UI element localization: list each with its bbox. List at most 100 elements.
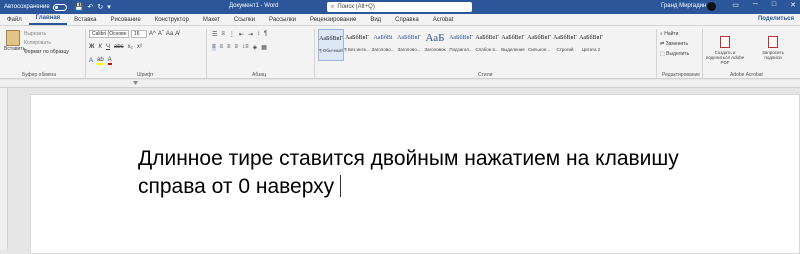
select-button[interactable]: ⬚ Выделить	[660, 51, 689, 57]
avatar[interactable]	[707, 2, 716, 11]
minimize-icon[interactable]: ─	[753, 1, 758, 9]
style-item[interactable]: АаБбВвГ Подзагол...	[448, 29, 474, 61]
font-color-icon[interactable]: A	[107, 57, 112, 65]
editing-group-label: Редактирование	[662, 72, 701, 78]
tab-0[interactable]: Файл	[0, 17, 29, 25]
borders-icon[interactable]: ▦	[261, 44, 267, 51]
customize-qat-icon[interactable]: ▾	[107, 3, 111, 11]
sort-icon[interactable]: ↕	[257, 31, 260, 38]
font-controls: Calibri (Основн 16 A^ Aˇ Aa A̸	[89, 30, 179, 38]
vertical-ruler[interactable]	[0, 88, 8, 250]
format-painter-button[interactable]: Формат по образцу	[24, 49, 69, 55]
replace-button[interactable]: ⇄ Заменить	[660, 41, 689, 47]
style-item[interactable]: АаБбВвГ Строгий	[552, 29, 578, 61]
style-item[interactable]: АаБбВвГ Цитата 2	[578, 29, 604, 61]
ribbon-tabs: Файл Главная Вставка Рисование Конструктор Ма…	[0, 14, 800, 26]
document-page[interactable]: Длинное тире ставится двойным нажатием н…	[30, 94, 800, 254]
tab-2[interactable]: Вставка	[67, 17, 103, 25]
tab-5[interactable]: Макет	[196, 17, 227, 25]
font-format-buttons: Ж К Ч abc x₂ x²	[89, 44, 142, 50]
style-name: Заголовок	[424, 47, 446, 52]
create-share-label: Создать и поделиться Adobe PDF	[705, 50, 745, 65]
style-item[interactable]: АаБбВвГ ¶ Обычный	[318, 29, 344, 61]
redo-icon[interactable]: ↻	[97, 3, 103, 11]
tab-7[interactable]: Рассылки	[262, 17, 303, 25]
create-share-pdf-button[interactable]: Создать и поделиться Adobe PDF	[705, 36, 745, 65]
autosave-switch[interactable]	[52, 3, 67, 11]
user-name[interactable]: Гранд Миргадин	[661, 3, 706, 9]
style-item[interactable]: АаБ Заголовок	[422, 29, 448, 61]
style-sample: АаБбВеГ	[501, 35, 525, 41]
close-icon[interactable]: ✕	[790, 1, 796, 9]
styles-gallery: АаБбВвГ ¶ Обычный АаБбВвГ ¶ Без инте... АаБб…	[318, 29, 604, 61]
style-item[interactable]: АаБбВеГ Выделение	[500, 29, 526, 61]
show-marks-icon[interactable]: ¶	[264, 31, 267, 38]
tab-11[interactable]: Acrobat	[426, 17, 461, 25]
maximize-icon[interactable]: □	[772, 1, 776, 9]
tab-3[interactable]: Рисование	[103, 17, 147, 25]
select-label: Выделить	[666, 51, 690, 57]
shading-icon[interactable]: ◈	[253, 44, 258, 51]
underline-icon[interactable]: Ч	[106, 44, 110, 50]
tab-8[interactable]: Рецензирование	[303, 17, 363, 25]
replace-label: Заменить	[665, 41, 689, 47]
align-left-icon[interactable]: ≡	[212, 44, 216, 51]
line-spacing-icon[interactable]: ↕≡	[242, 44, 249, 51]
share-button[interactable]: Поделиться	[758, 16, 794, 22]
style-item[interactable]: АаБбВеГ Слабое в...	[474, 29, 500, 61]
copy-button[interactable]: Копировать	[24, 40, 69, 46]
save-icon[interactable]: 💾	[75, 3, 84, 11]
request-signatures-button[interactable]: Запросить подписи	[753, 36, 793, 65]
style-item[interactable]: АаБбВвГ Заголово...	[396, 29, 422, 61]
change-case-icon[interactable]: Aa	[166, 31, 173, 37]
highlight-icon[interactable]: ab	[97, 57, 104, 65]
indent-marker[interactable]	[133, 81, 138, 85]
bullets-icon[interactable]: ☰	[212, 31, 217, 38]
style-name: Цитата 2	[581, 47, 601, 52]
tab-4[interactable]: Конструктор	[148, 17, 196, 25]
style-item[interactable]: АаБбВвГ Сильное...	[526, 29, 552, 61]
undo-icon[interactable]: ↶	[87, 3, 93, 11]
shrink-font-icon[interactable]: Aˇ	[158, 31, 164, 37]
paragraph-group-label: Абзац	[252, 72, 267, 78]
italic-icon[interactable]: К	[98, 44, 102, 50]
align-center-icon[interactable]: ≡	[220, 44, 224, 51]
find-label: Найти	[664, 31, 679, 37]
align-right-icon[interactable]: ≡	[227, 44, 231, 51]
style-item[interactable]: АаБбВі Заголово...	[370, 29, 396, 61]
increase-indent-icon[interactable]: ⇥	[248, 31, 253, 38]
strikethrough-icon[interactable]: abc	[114, 44, 124, 50]
style-sample: АаБбВвГ	[319, 36, 343, 42]
autosave-toggle[interactable]: Автосохранение	[4, 3, 67, 11]
tab-6[interactable]: Ссылки	[227, 17, 262, 25]
quick-access-toolbar: 💾 ↶ ↻ ▾	[75, 3, 111, 11]
paste-button[interactable]: Вставить	[4, 30, 25, 52]
decrease-indent-icon[interactable]: ⇤	[239, 31, 244, 38]
subscript-icon[interactable]: x₂	[128, 44, 133, 50]
font-size-select[interactable]: 16	[131, 30, 147, 38]
tab-9[interactable]: Вид	[363, 17, 388, 25]
bold-icon[interactable]: Ж	[89, 44, 94, 50]
font-name-select[interactable]: Calibri (Основн	[89, 30, 129, 38]
grow-font-icon[interactable]: A^	[149, 31, 156, 37]
numbering-icon[interactable]: ≡	[221, 31, 225, 38]
horizontal-ruler[interactable]	[0, 80, 800, 88]
style-sample: АаБбВвГ	[397, 35, 421, 41]
pdf-icon	[720, 36, 730, 48]
text-effects-icon[interactable]: A	[89, 58, 93, 64]
multilevel-list-icon[interactable]: ⋮	[229, 31, 235, 38]
find-button[interactable]: ⌕ Найти	[660, 31, 689, 37]
cut-button[interactable]: Вырезать	[24, 31, 69, 37]
style-item[interactable]: АаБбВвГ ¶ Без инте...	[344, 29, 370, 61]
document-text[interactable]: Длинное тире ставится двойным нажатием н…	[138, 145, 738, 201]
justify-icon[interactable]: ≡	[235, 44, 239, 51]
ribbon-display-icon[interactable]: ▭	[732, 1, 739, 9]
style-sample: АаБбВвГ	[553, 35, 577, 41]
style-name: Выделение	[501, 47, 525, 52]
tab-10[interactable]: Справка	[388, 17, 426, 25]
tab-1[interactable]: Главная	[28, 15, 68, 25]
clear-format-icon[interactable]: A̸	[175, 31, 179, 37]
search-box[interactable]: ⌕ Поиск (Alt+Q)	[327, 2, 472, 12]
document-line-1: Длинное тире ставится двойным нажатием н…	[138, 147, 679, 170]
superscript-icon[interactable]: x²	[137, 44, 142, 50]
